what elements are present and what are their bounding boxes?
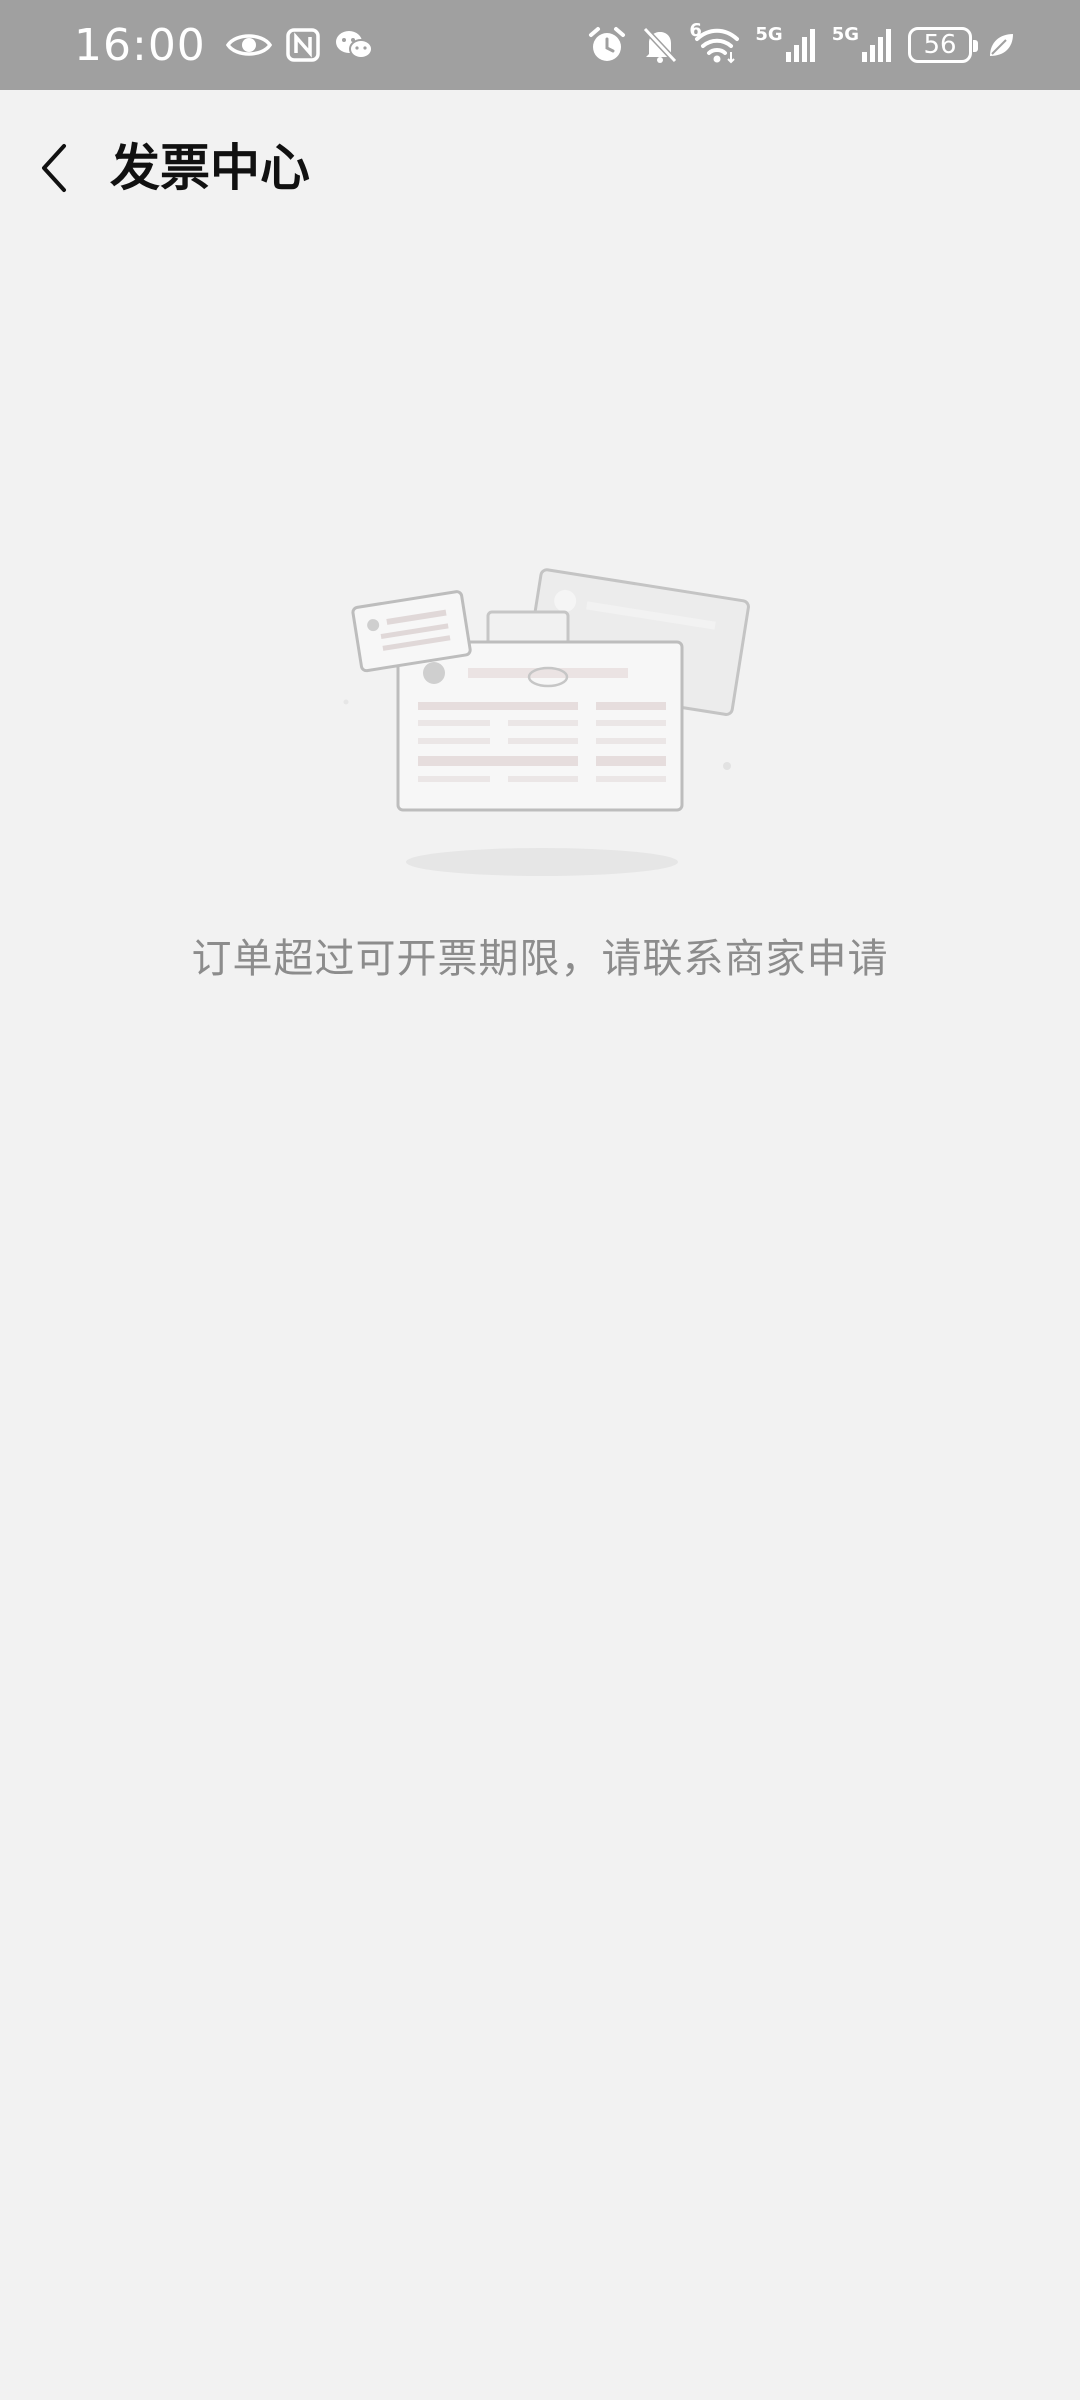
header: 发票中心 <box>0 90 1080 258</box>
wechat-icon <box>334 29 374 61</box>
signal-2-label: 5G <box>831 24 859 45</box>
battery-level: 56 <box>923 30 957 60</box>
back-button[interactable] <box>22 136 86 200</box>
signal-5g-icon: 5G <box>755 26 817 64</box>
battery-icon: 56 <box>908 27 978 63</box>
wifi-badge: 6 <box>689 20 702 41</box>
status-time: 16:00 <box>74 19 206 71</box>
signal-1-label: 5G <box>755 24 783 45</box>
status-bar: 16:00 6 5G 5G 56 <box>0 0 1080 90</box>
alarm-icon <box>587 25 627 65</box>
bell-muted-icon <box>641 25 679 65</box>
signal-5g-icon: 5G <box>832 26 894 64</box>
empty-state-message: 订单超过可开票期限，请联系商家申请 <box>191 936 889 982</box>
eye-icon <box>225 30 272 60</box>
chevron-left-icon <box>42 144 66 192</box>
page-title: 发票中心 <box>110 139 310 197</box>
invoice-documents-illustration <box>340 560 760 890</box>
leaf-icon <box>986 30 1016 60</box>
status-right-group: 6 5G 5G 56 <box>587 0 1016 90</box>
nfc-icon <box>286 28 320 62</box>
wifi-icon: 6 <box>689 20 741 64</box>
status-left-group: 16:00 <box>74 0 374 90</box>
